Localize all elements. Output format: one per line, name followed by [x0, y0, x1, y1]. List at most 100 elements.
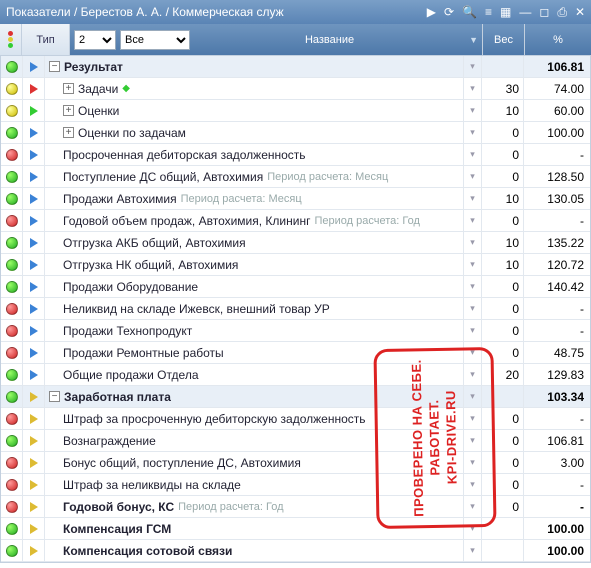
row-name-cell[interactable]: −Заработная плата	[45, 386, 464, 407]
table-row[interactable]: Продажи Ремонтные работы▾048.75	[1, 342, 590, 364]
row-dropdown[interactable]: ▾	[464, 56, 482, 77]
collapse-icon[interactable]: −	[49, 61, 60, 72]
row-dropdown[interactable]: ▾	[464, 320, 482, 341]
type-header[interactable]: Тип	[22, 24, 70, 55]
row-name-cell[interactable]: −Результат	[45, 56, 464, 77]
table-row[interactable]: +Оценки по задачам▾0100.00	[1, 122, 590, 144]
row-name-cell[interactable]: Неликвид на складе Ижевск, внешний товар…	[45, 298, 464, 319]
row-name-cell[interactable]: Штраф за просроченную дебиторскую задолж…	[45, 408, 464, 429]
row-name-cell[interactable]: Штраф за неликвиды на складе	[45, 474, 464, 495]
row-name-cell[interactable]: +Задачи◆	[45, 78, 464, 99]
row-dropdown[interactable]: ▾	[464, 122, 482, 143]
row-name-cell[interactable]: Продажи Автохимия Период расчета: Месяц	[45, 188, 464, 209]
row-name-cell[interactable]: +Оценки по задачам	[45, 122, 464, 143]
table-row[interactable]: Просроченная дебиторская задолженность▾0…	[1, 144, 590, 166]
table-row[interactable]: Штраф за неликвиды на складе▾0-	[1, 474, 590, 496]
row-dropdown[interactable]: ▾	[464, 100, 482, 121]
sort-icon[interactable]: ▼	[469, 35, 478, 45]
play-icon[interactable]: ▶	[427, 5, 436, 20]
table-row[interactable]: Продажи Автохимия Период расчета: Месяц▾…	[1, 188, 590, 210]
row-name-cell[interactable]: Компенсация сотовой связи	[45, 540, 464, 561]
status-light-cell	[1, 276, 23, 297]
table-row[interactable]: Продажи Оборудование▾0140.42	[1, 276, 590, 298]
table-row[interactable]: Годовой бонус, КС Период расчета: Год▾0-	[1, 496, 590, 518]
row-dropdown[interactable]: ▾	[464, 364, 482, 385]
expand-icon[interactable]: +	[63, 127, 74, 138]
row-name: Продажи Автохимия	[63, 192, 177, 206]
row-name-cell[interactable]: Поступление ДС общий, Автохимия Период р…	[45, 166, 464, 187]
type-arrow-cell	[23, 100, 45, 121]
arrow-icon	[30, 480, 38, 490]
row-name-cell[interactable]: Просроченная дебиторская задолженность	[45, 144, 464, 165]
row-name-cell[interactable]: Продажи Оборудование	[45, 276, 464, 297]
row-dropdown[interactable]: ▾	[464, 166, 482, 187]
close-icon[interactable]: ✕	[575, 5, 585, 20]
row-dropdown[interactable]: ▾	[464, 188, 482, 209]
cpu-icon[interactable]: ▦	[500, 5, 511, 20]
row-dropdown[interactable]: ▾	[464, 496, 482, 517]
table-row[interactable]: Отгрузка НК общий, Автохимия▾10120.72	[1, 254, 590, 276]
row-dropdown[interactable]: ▾	[464, 518, 482, 539]
table-row[interactable]: Годовой объем продаж, Автохимия, Клининг…	[1, 210, 590, 232]
name-column-label[interactable]: Название	[194, 34, 465, 46]
filter-select[interactable]: Все	[120, 30, 190, 50]
expand-icon[interactable]: +	[63, 105, 74, 116]
search-icon[interactable]: 🔍	[462, 5, 477, 20]
table-row[interactable]: −Заработная плата▾103.34	[1, 386, 590, 408]
weight-cell: 0	[482, 122, 524, 143]
table-row[interactable]: +Оценки▾1060.00	[1, 100, 590, 122]
row-name-cell[interactable]: Годовой объем продаж, Автохимия, Клининг…	[45, 210, 464, 231]
row-dropdown[interactable]: ▾	[464, 144, 482, 165]
titlebar[interactable]: Показатели / Берестов А. А. / Коммерческ…	[0, 0, 591, 24]
table-row[interactable]: Отгрузка АКБ общий, Автохимия▾10135.22	[1, 232, 590, 254]
row-name-cell[interactable]: Отгрузка АКБ общий, Автохимия	[45, 232, 464, 253]
status-header[interactable]	[0, 24, 22, 55]
expand-icon[interactable]: +	[63, 83, 74, 94]
row-dropdown[interactable]: ▾	[464, 254, 482, 275]
row-dropdown[interactable]: ▾	[464, 408, 482, 429]
row-dropdown[interactable]: ▾	[464, 78, 482, 99]
row-name-cell[interactable]: +Оценки	[45, 100, 464, 121]
table-row[interactable]: Продажи Технопродукт▾0-	[1, 320, 590, 342]
list-icon[interactable]: ≡	[485, 5, 492, 20]
row-dropdown[interactable]: ▾	[464, 210, 482, 231]
row-name-cell[interactable]: Продажи Ремонтные работы	[45, 342, 464, 363]
row-name-cell[interactable]: Вознаграждение	[45, 430, 464, 451]
row-name-cell[interactable]: Отгрузка НК общий, Автохимия	[45, 254, 464, 275]
print-icon[interactable]: ⎙	[557, 5, 567, 20]
row-dropdown[interactable]: ▾	[464, 298, 482, 319]
table-row[interactable]: Бонус общий, поступление ДС, Автохимия▾0…	[1, 452, 590, 474]
row-dropdown[interactable]: ▾	[464, 276, 482, 297]
collapse-icon[interactable]: −	[49, 391, 60, 402]
refresh-icon[interactable]: ⟳	[444, 5, 454, 20]
row-dropdown[interactable]: ▾	[464, 430, 482, 451]
status-light-icon	[6, 435, 18, 447]
table-row[interactable]: Неликвид на складе Ижевск, внешний товар…	[1, 298, 590, 320]
table-row[interactable]: Компенсация сотовой связи▾100.00	[1, 540, 590, 562]
row-dropdown[interactable]: ▾	[464, 474, 482, 495]
row-name-cell[interactable]: Бонус общий, поступление ДС, Автохимия	[45, 452, 464, 473]
table-row[interactable]: Общие продажи Отдела▾20129.83	[1, 364, 590, 386]
row-dropdown[interactable]: ▾	[464, 386, 482, 407]
row-name-cell[interactable]: Годовой бонус, КС Период расчета: Год	[45, 496, 464, 517]
table-row[interactable]: Компенсация ГСМ▾100.00	[1, 518, 590, 540]
table-row[interactable]: −Результат▾106.81	[1, 56, 590, 78]
row-dropdown[interactable]: ▾	[464, 452, 482, 473]
table-row[interactable]: Вознаграждение▾0106.81	[1, 430, 590, 452]
table-row[interactable]: Штраф за просроченную дебиторскую задолж…	[1, 408, 590, 430]
row-name-cell[interactable]: Общие продажи Отдела	[45, 364, 464, 385]
row-dropdown[interactable]: ▾	[464, 342, 482, 363]
row-name-cell[interactable]: Продажи Технопродукт	[45, 320, 464, 341]
row-dropdown[interactable]: ▾	[464, 232, 482, 253]
table-row[interactable]: Поступление ДС общий, Автохимия Период р…	[1, 166, 590, 188]
restore-icon[interactable]: ◻	[539, 5, 549, 20]
minimize-icon[interactable]: —	[519, 5, 531, 20]
arrow-icon	[30, 282, 38, 292]
arrow-icon	[30, 326, 38, 336]
row-dropdown[interactable]: ▾	[464, 540, 482, 561]
percent-header[interactable]: %	[525, 24, 591, 55]
number-select[interactable]: 2	[74, 30, 116, 50]
weight-header[interactable]: Вес	[483, 24, 525, 55]
row-name-cell[interactable]: Компенсация ГСМ	[45, 518, 464, 539]
table-row[interactable]: +Задачи◆▾3074.00	[1, 78, 590, 100]
